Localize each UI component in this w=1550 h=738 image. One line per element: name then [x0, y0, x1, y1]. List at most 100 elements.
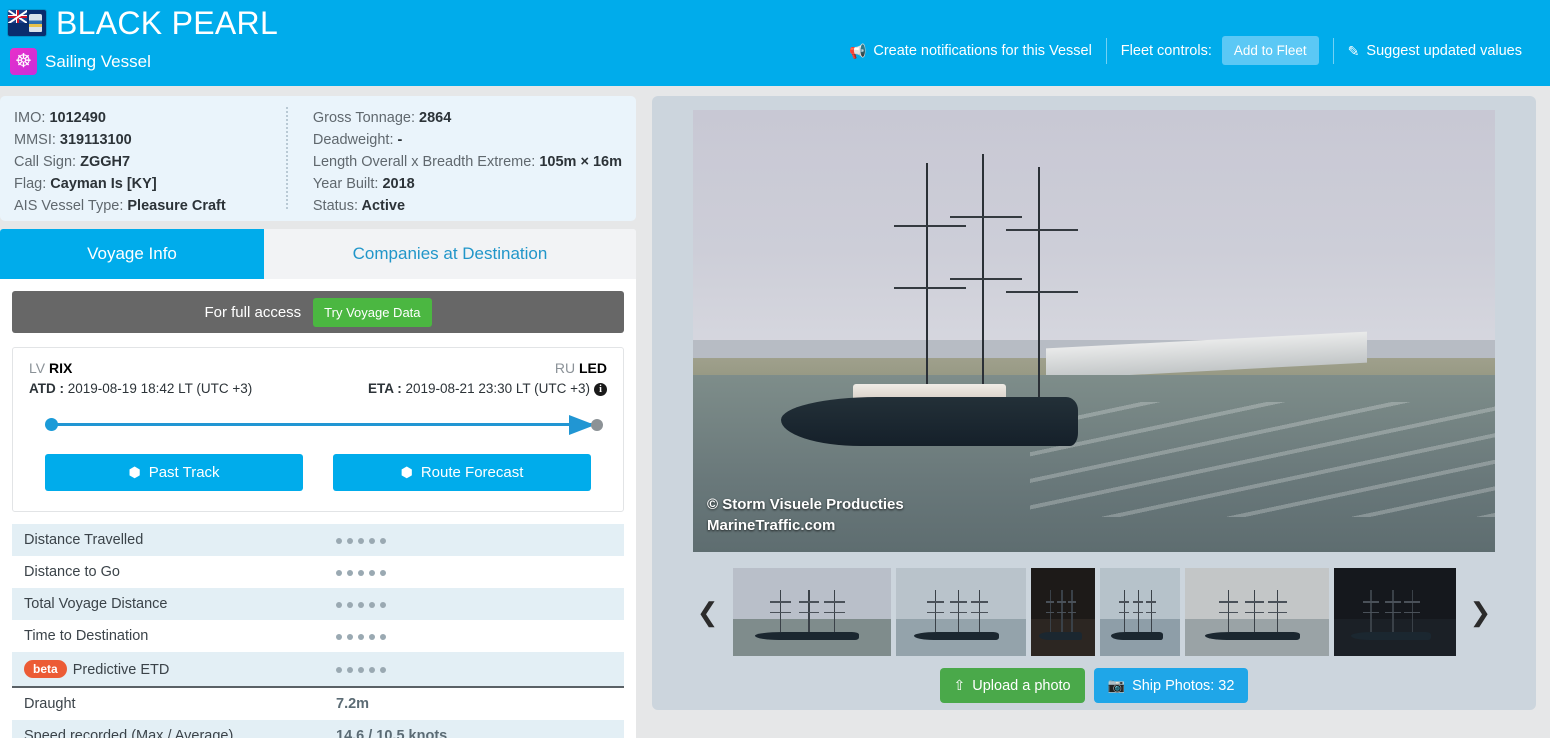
upload-photo-button[interactable]: ⇧ Upload a photo: [939, 668, 1085, 703]
chevron-left-icon[interactable]: ❮: [683, 599, 733, 625]
particular-value: -: [393, 132, 403, 148]
info-icon[interactable]: i: [594, 383, 607, 396]
port-row: LV RIX RU LED: [29, 360, 607, 376]
page-header: BLACK PEARL ☸ Sailing Vessel 📢 Create no…: [0, 0, 1550, 86]
promo-label: For full access: [204, 303, 302, 321]
table-cell-label: Time to Destination: [12, 620, 324, 652]
progress-end-marker: [591, 419, 603, 431]
voyage-data-table: Distance Travelled Distance to Go Total Vo…: [12, 524, 624, 738]
chevron-right-icon[interactable]: ❯: [1456, 599, 1506, 625]
right-column: © Storm Visuele Producties MarineTraffic…: [652, 96, 1550, 738]
masked-value-dots: [336, 570, 386, 576]
thumbnail-vessel-grey-sky[interactable]: [1184, 568, 1329, 656]
table-row: Speed recorded (Max / Average) 14.6 / 10.…: [12, 720, 624, 738]
voyage-action-buttons: ⬢ Past Track ⬢ Route Forecast: [29, 454, 607, 495]
particular-row: Flag: Cayman Is [KY]: [14, 173, 286, 195]
table-cell-label: Speed recorded (Max / Average): [12, 720, 324, 738]
particular-row: AIS Vessel Type: Pleasure Craft: [14, 195, 286, 217]
row-label: Predictive ETD: [72, 662, 170, 678]
main-vessel-photo[interactable]: © Storm Visuele Producties MarineTraffic…: [693, 110, 1495, 552]
atd-value: 2019-08-19 18:42 LT (UTC +3): [67, 381, 253, 396]
voyage-tabs: Voyage Info Companies at Destination: [0, 229, 636, 279]
route-forecast-button[interactable]: ⬢ Route Forecast: [333, 454, 591, 491]
table-row: Draught 7.2m: [12, 686, 624, 720]
table-cell-value: [324, 652, 624, 687]
table-cell-value: [324, 620, 624, 652]
particular-row: Status: Active: [313, 195, 622, 217]
voyage-progress-bar: [29, 412, 607, 436]
particular-label: Deadweight:: [312, 132, 394, 148]
particular-value: ZGGH7: [76, 154, 131, 170]
row-label: Speed recorded (Max / Average): [24, 728, 234, 738]
masked-value-dots: [336, 538, 386, 544]
particular-value: Pleasure Craft: [123, 198, 226, 214]
route-summary-box: LV RIX RU LED ATD : 2019-08-19 18:42 LT …: [12, 347, 624, 512]
thumbnail-vessel-night-lights[interactable]: [1333, 568, 1456, 656]
page-title: BLACK PEARL: [56, 5, 279, 41]
page-content: IMO: 1012490 MMSI: 319113100 Call Sign: ZG…: [0, 86, 1550, 738]
particular-value: 1012490: [45, 110, 106, 126]
table-cell-value: [324, 524, 624, 556]
table-cell-label: beta Predictive ETD: [12, 652, 324, 687]
create-notifications-label: Create notifications for this Vessel: [873, 42, 1092, 59]
row-label: Draught: [24, 696, 76, 712]
table-cell-label: Distance to Go: [12, 556, 324, 588]
camera-icon: 📷: [1107, 677, 1126, 693]
thumbnail-vessel-anchored-coast[interactable]: [895, 568, 1026, 656]
particular-label: Gross Tonnage:: [312, 110, 415, 126]
tab-companies-at-destination[interactable]: Companies at Destination: [264, 229, 636, 279]
time-row: ATD : 2019-08-19 18:42 LT (UTC +3) ETA :…: [29, 381, 607, 396]
thumbnail-vessel-harbour-day[interactable]: [1099, 568, 1180, 656]
suggest-updated-values-link[interactable]: ✎ Suggest updated values: [1334, 38, 1536, 64]
particular-label: Year Built:: [312, 176, 379, 192]
particular-row: Gross Tonnage: 2864: [313, 107, 622, 129]
particular-value: 105m × 16m: [535, 154, 622, 170]
past-track-button[interactable]: ⬢ Past Track: [45, 454, 303, 491]
pencil-icon: ✎: [1347, 42, 1360, 59]
atd-label: ATD :: [29, 381, 64, 396]
row-label: Distance to Go: [24, 564, 120, 580]
table-row: Distance Travelled: [12, 524, 624, 556]
ships-wheel-icon: ☸: [10, 48, 37, 75]
table-cell-value: 7.2m: [324, 686, 624, 720]
vessel-particulars-card: IMO: 1012490 MMSI: 319113100 Call Sign: ZG…: [0, 96, 636, 221]
past-track-label: Past Track: [148, 464, 220, 481]
particular-value: Active: [358, 198, 406, 214]
table-row: Distance to Go: [12, 556, 624, 588]
progress-start-marker: [45, 418, 58, 431]
header-actions: 📢 Create notifications for this Vessel F…: [835, 36, 1536, 65]
ship-photos-label: Ship Photos: 32: [1132, 677, 1235, 694]
atd-block: ATD : 2019-08-19 18:42 LT (UTC +3): [29, 381, 252, 396]
particular-value: 2864: [414, 110, 452, 126]
thumbnail-list: [732, 568, 1456, 656]
thumbnail-vessel-underway-aerial[interactable]: [732, 568, 891, 656]
table-cell-value: [324, 556, 624, 588]
try-voyage-data-button[interactable]: Try Voyage Data: [313, 297, 432, 327]
table-cell-value: 14.6 / 10.5 knots: [324, 720, 624, 738]
voyage-data-promo: For full access Try Voyage Data: [12, 291, 624, 333]
destination-port[interactable]: RU LED: [555, 360, 607, 376]
masked-value-dots: [336, 602, 386, 608]
thumbnail-vessel-night-port[interactable]: [1030, 568, 1095, 656]
add-to-fleet-button[interactable]: Add to Fleet: [1221, 36, 1319, 65]
particular-label: IMO:: [14, 110, 46, 126]
particular-row: Call Sign: ZGGH7: [14, 151, 286, 173]
ship-photos-button[interactable]: 📷 Ship Photos: 32: [1093, 668, 1249, 703]
table-cell-label: Draught: [12, 686, 324, 720]
photo-action-buttons: ⇧ Upload a photo 📷 Ship Photos: 32: [666, 668, 1522, 703]
fleet-controls-label: Fleet controls:: [1120, 42, 1212, 59]
route-icon: ⬢: [128, 464, 141, 480]
eta-block: ETA : 2019-08-21 23:30 LT (UTC +3) i: [368, 381, 607, 396]
upload-photo-label: Upload a photo: [972, 677, 1071, 694]
origin-port-code: RIX: [48, 360, 73, 376]
create-notifications-link[interactable]: 📢 Create notifications for this Vessel: [835, 38, 1106, 64]
route-forecast-label: Route Forecast: [420, 464, 524, 481]
particular-value: 319113100: [55, 132, 132, 148]
eta-label: ETA :: [368, 381, 402, 396]
tab-voyage-info[interactable]: Voyage Info: [0, 229, 264, 279]
particular-label: Length Overall x Breadth Extreme:: [312, 154, 536, 170]
particular-label: AIS Vessel Type:: [14, 198, 124, 214]
particular-row: Year Built: 2018: [313, 173, 622, 195]
row-label: Total Voyage Distance: [24, 596, 168, 612]
origin-port[interactable]: LV RIX: [29, 360, 72, 376]
